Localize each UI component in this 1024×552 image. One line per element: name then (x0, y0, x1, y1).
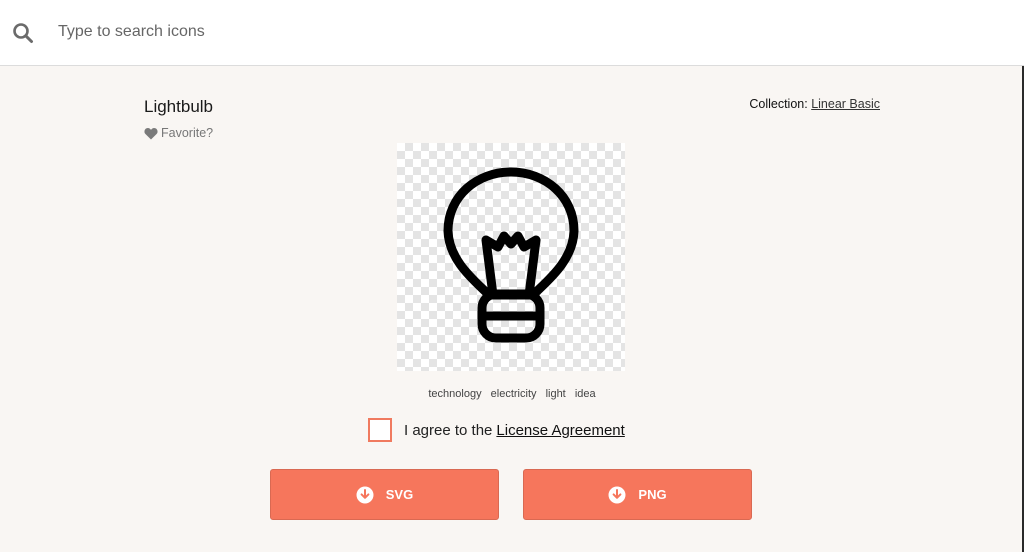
license-agreement: I agree to the License Agreement (368, 418, 625, 442)
license-link[interactable]: License Agreement (496, 422, 624, 439)
favorite-label: Favorite? (161, 126, 214, 140)
search-input[interactable] (58, 16, 958, 48)
icon-preview (397, 143, 625, 371)
license-text: I agree to the (404, 421, 493, 439)
collection-link[interactable]: Linear Basic (811, 97, 880, 111)
collection-label: Collection: (749, 97, 808, 111)
download-svg-button[interactable]: SVG (270, 469, 499, 520)
download-png-button[interactable]: PNG (523, 469, 752, 520)
search-icon[interactable] (12, 22, 34, 44)
icon-title: Lightbulb (144, 97, 214, 116)
tag[interactable]: electricity (491, 388, 537, 400)
license-checkbox[interactable] (368, 418, 392, 442)
download-svg-label: SVG (385, 487, 414, 502)
download-circle-icon (608, 486, 626, 503)
favorite-toggle[interactable]: Favorite? (144, 126, 213, 140)
tag[interactable]: light (546, 388, 566, 400)
tag[interactable]: idea (575, 388, 596, 400)
heart-icon (144, 127, 158, 139)
collection-info: Collection: Linear Basic (749, 97, 880, 111)
download-circle-icon (356, 486, 374, 503)
search-bar (0, 0, 1024, 66)
tag[interactable]: technology (428, 388, 481, 400)
lightbulb-icon (443, 167, 579, 343)
download-png-label: PNG (638, 487, 667, 502)
tag-list: technology electricity light idea (0, 388, 1024, 400)
